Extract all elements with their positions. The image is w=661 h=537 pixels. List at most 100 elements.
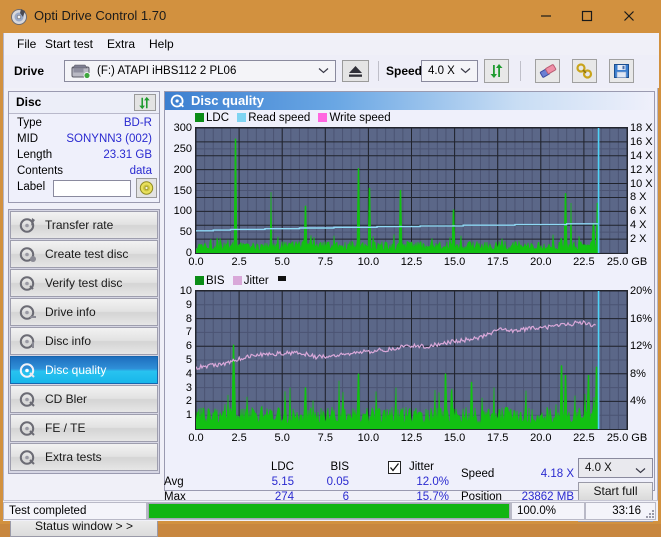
- results-col-header-ldc: LDC: [270, 461, 294, 473]
- drive-select[interactable]: (F:) ATAPI iHBS112 2 PL06: [64, 60, 336, 82]
- refresh-button[interactable]: [484, 59, 509, 83]
- y2-tick-label: 4 X: [630, 219, 647, 232]
- result-speed-select[interactable]: 4.0 X: [578, 458, 653, 478]
- sidebar-item-drive-info[interactable]: Drive info: [10, 298, 158, 326]
- legend-swatch-ldc: [195, 113, 204, 122]
- sidebar-item-label: Drive info: [45, 305, 96, 319]
- sidebar-item-fe-te[interactable]: FE / TE: [10, 414, 158, 442]
- legend-swatch-write-speed: [318, 113, 328, 122]
- sidebar-item-disc-info[interactable]: Disc info: [10, 327, 158, 355]
- close-button[interactable]: [610, 4, 648, 28]
- status-bar: Test completed 100.0% 33:16: [3, 500, 658, 521]
- results-col-header-bis: BIS: [330, 461, 349, 473]
- bis-chart-legend: BIS Jitter: [195, 275, 286, 287]
- speed-result-label: Speed: [461, 468, 495, 480]
- y-tick-label: 300: [173, 122, 192, 134]
- menu-extra[interactable]: Extra: [102, 36, 140, 52]
- sidebar-item-create-test-disc[interactable]: Create test disc: [10, 240, 158, 268]
- sidebar-item-label: CD Bler: [45, 392, 88, 406]
- legend-label-bis: BIS: [206, 275, 225, 287]
- speed-select[interactable]: 4.0 X: [421, 60, 478, 82]
- title-bar: Opti Drive Control 1.70: [0, 0, 661, 33]
- legend-swatch-bis: [195, 276, 204, 285]
- minimize-button[interactable]: [527, 4, 565, 28]
- y2-tick-label: 8 X: [630, 191, 647, 204]
- disc-refresh-button[interactable]: [134, 94, 156, 111]
- x-tick-label: 15.0: [443, 432, 466, 444]
- nav-list: Transfer rate Create test disc Verify te…: [8, 209, 160, 474]
- menu-start-test[interactable]: Start test: [40, 36, 98, 52]
- x-tick-label: 0.0: [188, 432, 204, 444]
- jitter-checkbox[interactable]: [388, 461, 401, 474]
- x-tick-label: 10.0: [357, 256, 380, 268]
- y-tick-label: 9: [185, 298, 192, 311]
- y2-tick-label: 20%: [630, 285, 653, 297]
- drive-icon: [71, 64, 91, 82]
- disc-bler-icon: [19, 391, 37, 411]
- disc-verify-icon: [19, 275, 37, 295]
- disc-row-key: Contents: [17, 165, 64, 177]
- y-tick-label: 250: [173, 142, 192, 155]
- disc-row-mid: MID SONYNN3 (002): [9, 133, 159, 150]
- status-percent-cell: 100.0%: [511, 502, 585, 520]
- menu-file[interactable]: File: [12, 36, 41, 52]
- y2-tick-label: 16 X: [630, 135, 653, 148]
- y-tick-label: 200: [173, 163, 192, 176]
- y-tick-label: 1: [185, 409, 192, 422]
- legend-label-jitter: Jitter: [243, 275, 269, 287]
- progress-bar: [148, 503, 510, 519]
- disc-label-button[interactable]: [136, 178, 157, 198]
- ldc-chart-legend: LDC Read speed Write speed: [195, 112, 391, 124]
- progress-percent-text: 100.0%: [517, 505, 557, 517]
- results-ldc-avg: 5.15: [271, 476, 294, 488]
- y2-tick-label: 12 X: [630, 163, 653, 176]
- tools-button[interactable]: [572, 59, 597, 83]
- disc-label-input[interactable]: [53, 180, 131, 197]
- start-full-button[interactable]: Start full: [578, 482, 653, 501]
- x-tick-label: 17.5: [486, 432, 509, 444]
- y2-tick-label: 18 X: [630, 122, 653, 134]
- toolbar-separator-2: [520, 61, 521, 81]
- maximize-button[interactable]: [568, 4, 606, 28]
- resize-grip-icon[interactable]: [644, 508, 656, 520]
- y2-tick-label: 4%: [630, 395, 646, 408]
- sidebar-item-transfer-rate[interactable]: Transfer rate: [10, 211, 158, 239]
- x-tick-label: 7.5: [317, 256, 333, 268]
- sidebar-item-label: FE / TE: [45, 421, 86, 435]
- disc-row-key: Length: [17, 149, 53, 161]
- main-title: Disc quality: [191, 93, 264, 108]
- bis-chart-plot: [195, 290, 628, 430]
- speed-result-value: 4.18 X: [540, 468, 574, 480]
- disc-row-value: 23.31 GB: [103, 149, 152, 161]
- menu-help[interactable]: Help: [144, 36, 179, 52]
- x-tick-label: 22.5: [573, 432, 595, 444]
- status-message: Test completed: [9, 505, 87, 517]
- x-tick-label: 2.5: [231, 256, 247, 268]
- disc-extra-icon: [19, 449, 37, 469]
- app-icon: [10, 7, 29, 26]
- speed-value: 4.0 X: [428, 65, 455, 77]
- sidebar-item-label: Extra tests: [45, 450, 102, 464]
- disc-row-length: Length 23.31 GB: [9, 149, 159, 166]
- speed-label: Speed: [386, 64, 423, 78]
- eject-button[interactable]: [342, 60, 369, 82]
- y2-tick-label: 8%: [630, 367, 646, 380]
- disc-label-key: Label: [17, 181, 46, 193]
- disc-row-key: MID: [17, 133, 39, 145]
- y2-tick-label: 16%: [630, 312, 653, 325]
- x-tick-label: 25.0 GB: [606, 256, 648, 268]
- sidebar-item-disc-quality[interactable]: Disc quality: [10, 356, 158, 384]
- tools-icon: [576, 63, 593, 82]
- x-tick-label: 7.5: [317, 432, 333, 444]
- disc-drive-icon: [19, 304, 37, 324]
- refresh-icon: [488, 63, 505, 82]
- client-area: File Start test Extra Help Drive (F:) AT…: [3, 33, 659, 537]
- save-button[interactable]: [609, 59, 634, 83]
- sidebar-item-cd-bler[interactable]: CD Bler: [10, 385, 158, 413]
- sidebar-item-verify-test-disc[interactable]: Verify test disc: [10, 269, 158, 297]
- sidebar-item-extra-tests[interactable]: Extra tests: [10, 443, 158, 471]
- erase-button[interactable]: [535, 59, 560, 83]
- disc-row-key: Type: [17, 117, 42, 129]
- disc-info-panel: Disc Type BD-R MID SONYNN3 (002) Length …: [8, 91, 160, 203]
- main-header: Disc quality: [165, 92, 654, 110]
